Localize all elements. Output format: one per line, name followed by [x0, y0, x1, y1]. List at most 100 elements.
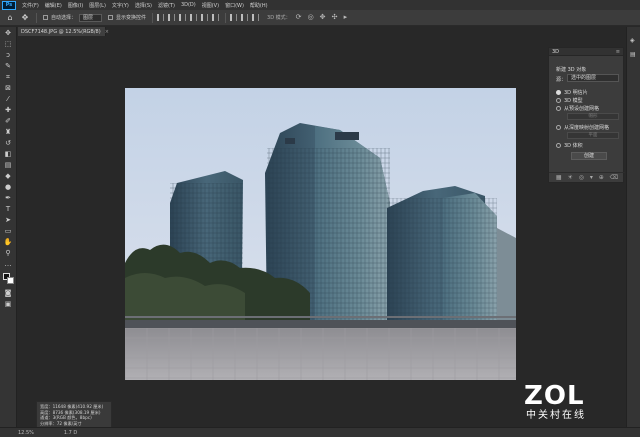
zol-logo: ZOL	[524, 381, 585, 411]
zoom-level[interactable]: 12.5%	[18, 430, 34, 436]
menu-view[interactable]: 视图(V)	[202, 2, 219, 9]
eraser-tool-icon[interactable]: ◧	[3, 150, 13, 159]
distribute-icon[interactable]	[252, 14, 260, 21]
frame-tool-icon[interactable]: ⊠	[3, 84, 13, 93]
pen-tool-icon[interactable]: ✒	[3, 194, 13, 203]
preset-dropdown[interactable]: 帽形	[567, 113, 619, 120]
3d-mode-label: 3D 模式：	[267, 15, 291, 21]
quick-mask-icon[interactable]: ◙	[3, 289, 13, 298]
material-icon[interactable]: ◎	[579, 174, 584, 181]
light-icon[interactable]: ☀	[567, 174, 572, 181]
hand-tool-icon[interactable]: ✋	[3, 238, 13, 247]
menu-file[interactable]: 文件(F)	[22, 2, 39, 9]
depth-dropdown[interactable]: 平面	[567, 132, 619, 139]
menu-help[interactable]: 帮助(H)	[250, 2, 268, 9]
add-icon[interactable]: ⊕	[599, 174, 604, 181]
align-middle-icon[interactable]	[201, 14, 209, 21]
menu-window[interactable]: 窗口(W)	[225, 2, 244, 9]
lasso-tool-icon[interactable]: ↄ	[3, 51, 13, 60]
path-select-tool-icon[interactable]: ➤	[3, 216, 13, 225]
quick-select-tool-icon[interactable]: ✎	[3, 62, 13, 71]
3d-panel-title: 3D	[552, 48, 560, 55]
document-tab[interactable]: DSCF7148.JPG @ 12.5%(RGB/8) ×	[18, 27, 109, 36]
radio-button[interactable]	[556, 125, 561, 130]
radio-button[interactable]	[556, 106, 561, 111]
option-3d-postcard[interactable]: 3D 明信片	[556, 89, 588, 96]
radio-button[interactable]	[556, 98, 561, 103]
clone-stamp-tool-icon[interactable]: ♜	[3, 128, 13, 137]
filter-icon[interactable]: ▾	[590, 174, 593, 181]
blur-tool-icon[interactable]: ◆	[3, 172, 13, 181]
rectangle-tool-icon[interactable]: ▭	[3, 227, 13, 236]
marquee-tool-icon[interactable]: ⬚	[3, 40, 13, 49]
type-tool-icon[interactable]: T	[3, 205, 13, 214]
source-label: 源：	[556, 77, 567, 83]
eyedropper-tool-icon[interactable]: ⁄	[3, 95, 13, 104]
option-3d-model[interactable]: 3D 模型	[556, 97, 583, 104]
crop-tool-icon[interactable]: ⌗	[3, 73, 13, 82]
option-label: 3D 体积	[564, 143, 583, 149]
status-info[interactable]: 1.7 D	[64, 430, 77, 436]
3d-roll-icon[interactable]: ◎	[308, 14, 315, 21]
source-dropdown[interactable]: 选中的图层	[567, 74, 619, 82]
option-label: 3D 模型	[564, 98, 583, 104]
document-tab-title: DSCF7148.JPG @ 12.5%(RGB/8)	[21, 28, 101, 35]
zoom-tool-icon[interactable]: ⚲	[3, 249, 13, 258]
option-mesh-from-depth[interactable]: 从深度映射创建网格	[556, 124, 609, 131]
panel-3d-icon[interactable]: ◈	[630, 37, 635, 44]
more-tools-icon[interactable]: …	[3, 260, 13, 269]
history-brush-tool-icon[interactable]: ↺	[3, 139, 13, 148]
menu-3d[interactable]: 3D(D)	[181, 2, 196, 8]
menu-layer[interactable]: 图层(L)	[89, 2, 106, 9]
panel-menu-icon[interactable]: ≡	[616, 49, 620, 55]
menu-edit[interactable]: 编辑(E)	[45, 2, 62, 9]
background-color-swatch[interactable]	[7, 277, 14, 284]
distribute-icon[interactable]	[241, 14, 249, 21]
move-tool-icon[interactable]: ✥	[3, 29, 13, 38]
tools-panel: ✥ ⬚ ↄ ✎ ⌗ ⊠ ⁄ ✚ ✐ ♜ ↺ ◧ ▤ ◆ ● ✒ T ➤ ▭ ✋ …	[0, 27, 17, 427]
brush-tool-icon[interactable]: ✐	[3, 117, 13, 126]
auto-select-checkbox[interactable]	[43, 15, 48, 20]
close-icon[interactable]: ×	[105, 29, 109, 35]
menu-type[interactable]: 文字(Y)	[112, 2, 129, 9]
options-bar: ⌂ ✥ 自动选择： 图层 显示变换控件 3D 模式： ⟳ ◎ ✥ ✣ ▸	[0, 10, 640, 26]
menu-select[interactable]: 选择(S)	[135, 2, 152, 9]
gradient-tool-icon[interactable]: ▤	[3, 161, 13, 170]
align-left-icon[interactable]	[157, 14, 165, 21]
move-tool-icon[interactable]: ✥	[20, 13, 30, 23]
zol-watermark: ZOL 中关村在线	[524, 382, 596, 432]
home-icon[interactable]: ⌂	[5, 13, 15, 23]
divider	[36, 12, 37, 23]
align-right-icon[interactable]	[179, 14, 187, 21]
radio-button[interactable]	[556, 90, 561, 95]
dodge-tool-icon[interactable]: ●	[3, 183, 13, 192]
radio-button[interactable]	[556, 143, 561, 148]
layer-select-dropdown[interactable]: 图层	[79, 13, 103, 22]
info-width: 宽度：11648 像素(410.92 厘米)	[40, 404, 104, 409]
option-label: 3D 明信片	[564, 90, 588, 96]
3d-slide-icon[interactable]: ✣	[332, 14, 339, 21]
distribute-icon[interactable]	[230, 14, 238, 21]
transform-controls-checkbox[interactable]	[108, 15, 114, 20]
align-bottom-icon[interactable]	[212, 14, 220, 21]
screen-mode-icon[interactable]: ▣	[3, 300, 13, 309]
3d-orbit-icon[interactable]: ⟳	[296, 14, 303, 21]
panel-layers-icon[interactable]: ▤	[630, 51, 636, 58]
menu-image[interactable]: 图像(I)	[68, 2, 83, 9]
3d-pan-icon[interactable]: ✥	[320, 14, 327, 21]
align-center-icon[interactable]	[168, 14, 176, 21]
menu-filter[interactable]: 滤镜(T)	[158, 2, 175, 9]
create-button[interactable]: 创建	[571, 152, 607, 160]
zol-subtitle: 中关村在线	[526, 410, 586, 421]
scene-icon[interactable]: ▦	[556, 174, 562, 181]
option-label: 从深度映射创建网格	[564, 125, 610, 131]
option-3d-volume[interactable]: 3D 体积	[556, 142, 583, 149]
3d-scale-icon[interactable]: ▸	[344, 14, 351, 21]
healing-brush-tool-icon[interactable]: ✚	[3, 106, 13, 115]
align-top-icon[interactable]	[190, 14, 198, 21]
option-mesh-from-preset[interactable]: 从预设创建网格	[556, 105, 599, 112]
trash-icon[interactable]: ⌫	[610, 174, 618, 181]
divider	[152, 12, 154, 23]
document-image[interactable]	[125, 88, 516, 380]
new-3d-object-label: 新建 3D 对象	[556, 67, 587, 73]
